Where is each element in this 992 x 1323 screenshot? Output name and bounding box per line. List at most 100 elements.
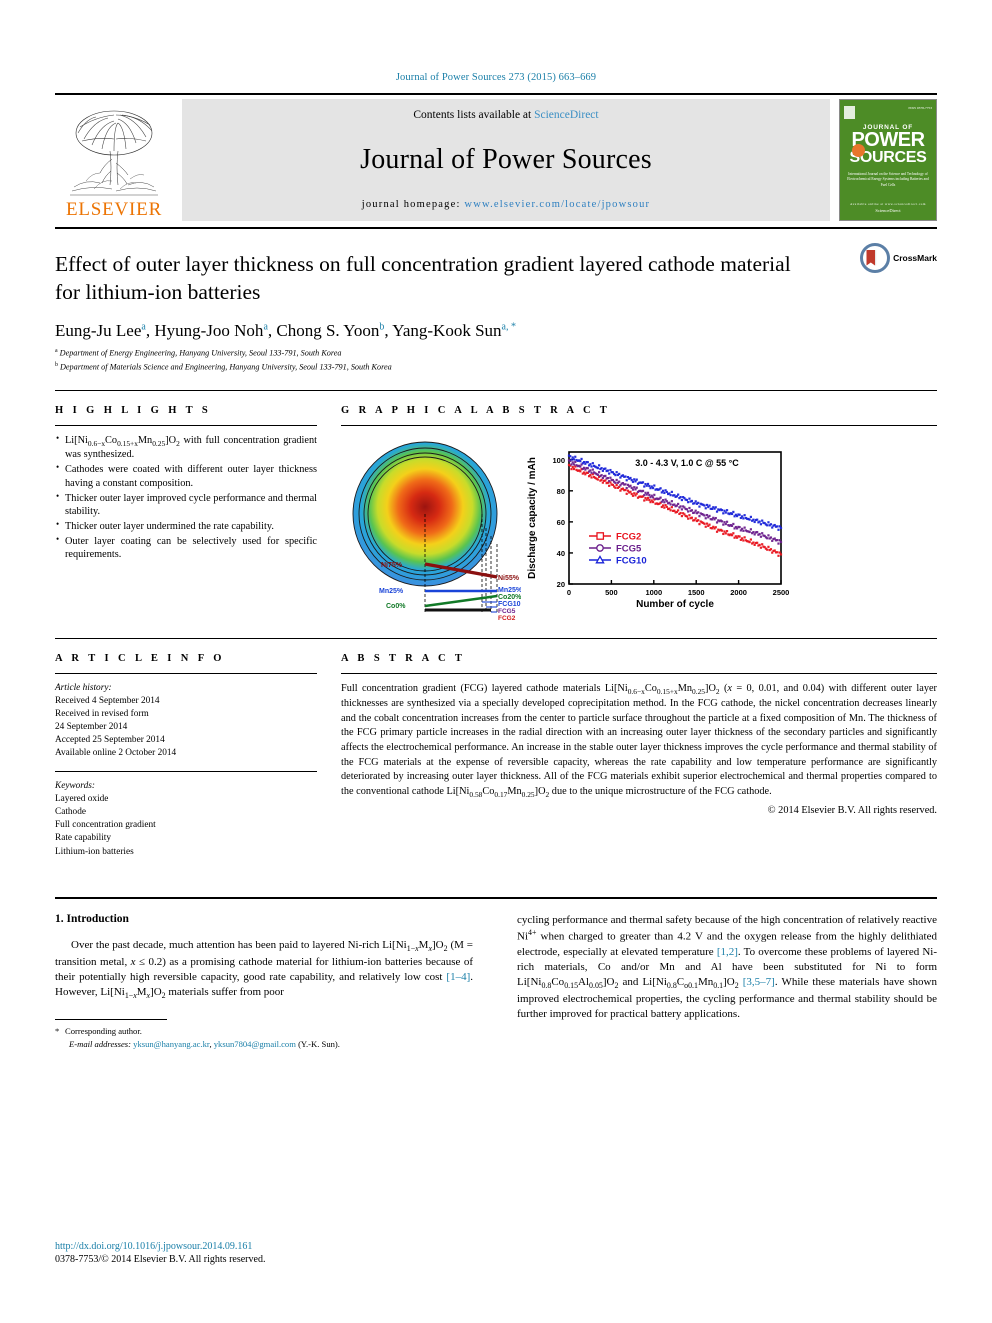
article-info-heading: A R T I C L E I N F O: [55, 652, 225, 664]
keywords-label: Keywords:: [55, 780, 95, 791]
svg-text:60: 60: [557, 517, 565, 526]
keyword-item: Layered oxide: [55, 793, 109, 804]
history-item: Available online 2 October 2014: [55, 748, 177, 759]
title-block: Effect of outer layer thickness on full …: [55, 229, 937, 374]
corresponding-author-text: Corresponding author.: [65, 1026, 142, 1037]
history-item: Received 4 September 2014: [55, 695, 160, 706]
svg-text:3.0 - 4.3 V, 1.0 C @ 55 °C: 3.0 - 4.3 V, 1.0 C @ 55 °C: [635, 458, 739, 468]
doi-link[interactable]: http://dx.doi.org/10.1016/j.jpowsour.201…: [55, 1241, 265, 1252]
history-item: 24 September 2014: [55, 722, 128, 733]
svg-text:0: 0: [567, 588, 571, 597]
citation-link[interactable]: [1–4]: [446, 971, 470, 983]
cover-elsevier-icon: [844, 106, 855, 119]
svg-text:100: 100: [552, 455, 565, 464]
page-title: Effect of outer layer thickness on full …: [55, 252, 791, 304]
homepage-label: journal homepage:: [361, 199, 465, 210]
intro-paragraph-left: Over the past decade, much attention has…: [55, 938, 474, 1001]
body-right-column: cycling performance and thermal safety b…: [517, 913, 937, 1050]
svg-text:1500: 1500: [688, 588, 705, 597]
graphical-abstract-bottom-rule: [55, 637, 937, 639]
cover-issn: ISSN 0378-7753: [908, 106, 932, 110]
keywords-rule: [55, 770, 317, 772]
label-co-center: Co0%: [386, 603, 406, 610]
citation-link[interactable]: [3,5–7]: [743, 976, 775, 988]
affiliation-b: b Department of Materials Science and En…: [55, 361, 392, 372]
citation-link[interactable]: [1,2]: [717, 946, 738, 958]
journal-title: Journal of Power Sources: [360, 144, 652, 175]
legend-label-FCG10: FCG10: [616, 555, 647, 566]
crossmark-badge[interactable]: CrossMark: [860, 243, 937, 273]
footer-block: http://dx.doi.org/10.1016/j.jpowsour.201…: [55, 1241, 265, 1265]
author-1: Eung-Ju Leea: [55, 321, 146, 341]
list-item: Thicker outer layer undermined the rate …: [55, 519, 317, 534]
label-ni-center: Ni75%: [381, 562, 403, 569]
title-rule: [55, 389, 937, 391]
highlights-list: Li[Ni0.6−xCo0.15+xMn0.25]O2 with full co…: [55, 433, 317, 562]
elsevier-logo: ELSEVIER: [55, 99, 173, 221]
svg-text:500: 500: [605, 588, 618, 597]
sciencedirect-link[interactable]: ScienceDirect: [534, 109, 599, 121]
label-co-surface: Co20%: [498, 594, 521, 601]
highlights-rule: [55, 424, 317, 426]
crossmark-icon: [860, 243, 891, 273]
abstract-column: A B S T R A C T Full concentration gradi…: [341, 653, 937, 859]
cover-orange-dot: [852, 144, 865, 157]
list-item: Outer layer coating can be selectively u…: [55, 534, 317, 562]
abstract-bottom-rule: [55, 896, 937, 899]
highlights-column: H I G H L I G H T S Li[Ni0.6−xCo0.15+xMn…: [55, 405, 317, 622]
articleinfo-abstract-row: A R T I C L E I N F O Article history: R…: [55, 653, 937, 859]
contents-prefix: Contents lists available at: [413, 109, 535, 121]
svg-text:Discharge capacity / mAh: Discharge capacity / mAh: [527, 457, 538, 579]
cover-footer-line2: ScienceDirect: [875, 208, 901, 213]
keyword-item: Lithium-ion batteries: [55, 846, 134, 857]
svg-text:40: 40: [557, 548, 565, 557]
graphical-abstract-rule: [341, 424, 937, 426]
journal-cover-thumbnail: ISSN 0378-7753 JOURNAL OF POWER SOURCES …: [839, 99, 937, 221]
email-link-1[interactable]: yksun@hanyang.ac.kr: [133, 1039, 209, 1049]
list-item: Li[Ni0.6−xCo0.15+xMn0.25]O2 with full co…: [55, 433, 317, 463]
abstract-copyright: © 2014 Elsevier B.V. All rights reserved…: [767, 805, 937, 817]
homepage-link[interactable]: www.elsevier.com/locate/jpowsour: [464, 199, 650, 210]
graphical-abstract-heading: G R A P H I C A L A B S T R A C T: [341, 404, 611, 416]
history-item: Received in revised form: [55, 708, 149, 719]
cover-footer-line1: Available online at www.sciencedirect.co…: [850, 202, 926, 206]
graphical-abstract-column: G R A P H I C A L A B S T R A C T Ni75% …: [341, 405, 937, 622]
affiliation-a: a Department of Energy Engineering, Hany…: [55, 348, 342, 359]
top-rule: [55, 93, 937, 95]
highlights-graphical-row: H I G H L I G H T S Li[Ni0.6−xCo0.15+xMn…: [55, 405, 937, 622]
issn-copyright-line: 0378-7753/© 2014 Elsevier B.V. All right…: [55, 1254, 266, 1265]
svg-text:20: 20: [557, 580, 565, 589]
svg-text:1000: 1000: [645, 588, 662, 597]
elsevier-tree-icon: [70, 110, 158, 196]
abstract-heading: A B S T R A C T: [341, 652, 466, 664]
label-fcg2: FCG2: [498, 615, 516, 622]
body-left-column: 1. Introduction Over the past decade, mu…: [55, 913, 473, 1050]
history-item: Accepted 25 September 2014: [55, 735, 165, 746]
corresponding-author-footnote: * Corresponding author. E-mail addresses…: [55, 1026, 340, 1049]
body-columns: 1. Introduction Over the past decade, mu…: [55, 913, 937, 1050]
label-fcg10: FCG10: [498, 601, 521, 608]
label-ni-surface: Ni55%: [498, 575, 520, 582]
series-FCG5: [567, 458, 783, 545]
label-fcg5: FCG5: [498, 608, 516, 615]
svg-text:2000: 2000: [730, 588, 747, 597]
elsevier-wordmark: ELSEVIER: [65, 199, 163, 220]
journal-masthead: ELSEVIER Contents lists available at Sci…: [55, 99, 937, 221]
keyword-item: Full concentration gradient: [55, 820, 156, 831]
article-info-rule: [55, 672, 317, 674]
cycling-performance-chart: 0 500 1000 1500 2000 2500 20 40 60 80 100 Number of…: [527, 450, 789, 610]
author-3: Chong S. Yoonb: [276, 321, 385, 341]
legend-label-FCG5: FCG5: [616, 543, 642, 554]
journal-banner: Contents lists available at ScienceDirec…: [182, 99, 830, 221]
crossmark-label: CrossMark: [893, 253, 937, 263]
series-FCG2: [567, 463, 783, 557]
keyword-item: Cathode: [55, 807, 86, 818]
abstract-text: Full concentration gradient (FCG) layere…: [341, 682, 937, 799]
email-link-2[interactable]: yksun7804@gmail.com: [214, 1039, 296, 1049]
cover-subtitle: International Journal on the Science and…: [847, 172, 929, 187]
label-mn-center: Mn25%: [379, 588, 404, 595]
email-label: E-mail addresses:: [69, 1038, 131, 1049]
list-item: Thicker outer layer improved cycle perfo…: [55, 490, 317, 519]
section-heading-introduction: 1. Introduction: [55, 912, 129, 925]
article-info-column: A R T I C L E I N F O Article history: R…: [55, 653, 317, 859]
